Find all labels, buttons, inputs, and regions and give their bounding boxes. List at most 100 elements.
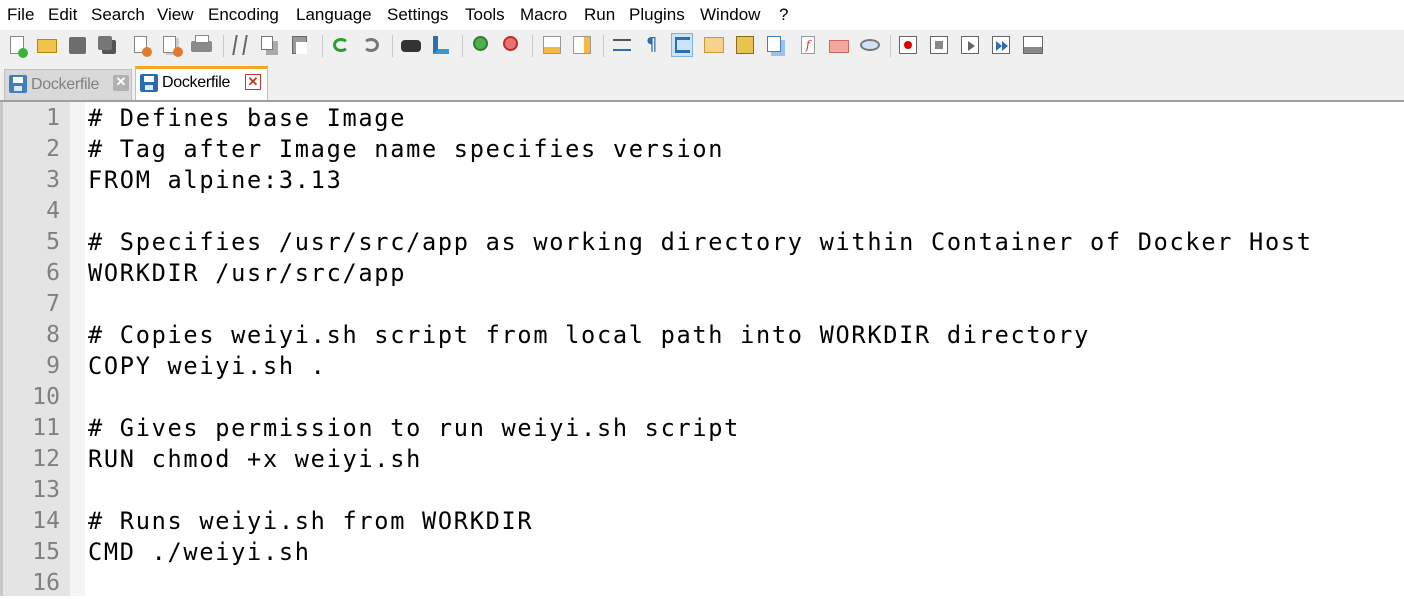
menu-macro[interactable]: Macro <box>520 5 567 25</box>
code-editor[interactable]: 1 # Defines base Image 2 # Tag after Image… <box>0 100 1404 596</box>
cut-button[interactable] <box>229 33 251 57</box>
menu-encoding[interactable]: Encoding <box>208 5 279 25</box>
document-list-button[interactable] <box>765 33 787 57</box>
code-line: 14 # Runs weiyi.sh from WORKDIR <box>0 506 1404 537</box>
playback-macro-button[interactable] <box>959 33 981 57</box>
code-line: 4 <box>0 196 1404 227</box>
tab-label: Dockerfile <box>162 74 231 91</box>
user-language-button[interactable] <box>703 33 725 57</box>
menu-help[interactable]: ? <box>779 5 788 25</box>
toolbar-separator <box>462 35 463 57</box>
new-file-button[interactable] <box>6 33 28 58</box>
new-file-icon <box>10 36 28 58</box>
indent-guide-icon <box>675 37 690 53</box>
line-text[interactable]: # Copies weiyi.sh script from local path… <box>88 320 1090 351</box>
toolbar-separator <box>392 35 393 57</box>
menu-file[interactable]: File <box>7 5 34 25</box>
save-all-button[interactable] <box>96 33 118 57</box>
word-wrap-button[interactable] <box>611 33 633 57</box>
menu-window[interactable]: Window <box>700 5 760 25</box>
document-map-button[interactable] <box>734 33 756 57</box>
close-button[interactable] <box>130 33 152 57</box>
toolbar-separator <box>532 35 533 57</box>
folder-as-workspace-button[interactable] <box>828 33 850 57</box>
line-number: 2 <box>46 136 60 162</box>
record-macro-button[interactable] <box>897 33 919 57</box>
sync-horizontal-icon <box>573 36 591 54</box>
line-number: 12 <box>32 446 60 472</box>
zoom-out-button[interactable] <box>500 33 522 57</box>
print-button[interactable] <box>190 33 212 57</box>
redo-button[interactable] <box>360 33 382 57</box>
line-number: 7 <box>46 291 60 317</box>
tab-dockerfile-inactive[interactable]: Dockerfile ✕ <box>4 69 132 100</box>
toolbar: ¶ f <box>0 30 1404 63</box>
menu-tools[interactable]: Tools <box>465 5 505 25</box>
line-text[interactable]: CMD ./weiyi.sh <box>88 537 311 568</box>
sync-vertical-icon <box>543 36 561 54</box>
line-text[interactable]: # Defines base Image <box>88 103 406 134</box>
code-line: 11 # Gives permission to run weiyi.sh scr… <box>0 413 1404 444</box>
replace-button[interactable] <box>430 33 452 57</box>
tab-close-icon[interactable]: ✕ <box>245 74 261 90</box>
menu-bar: File Edit Search View Encoding Language … <box>0 0 1404 30</box>
line-number: 10 <box>32 384 60 410</box>
undo-button[interactable] <box>330 33 352 57</box>
word-wrap-icon <box>613 39 631 51</box>
code-line: 16 <box>0 568 1404 599</box>
save-macro-button[interactable] <box>1022 33 1044 57</box>
tab-bar: Dockerfile ✕ Dockerfile ✕ <box>0 62 1404 100</box>
line-text[interactable]: # Specifies /usr/src/app as working dire… <box>88 227 1313 258</box>
monitoring-button[interactable] <box>859 33 881 57</box>
line-number: 6 <box>46 260 60 286</box>
save-macro-icon <box>1023 36 1043 54</box>
menu-view[interactable]: View <box>157 5 194 25</box>
print-icon <box>191 35 212 52</box>
code-line: 3 FROM alpine:3.13 <box>0 165 1404 196</box>
cut-icon <box>232 35 248 55</box>
code-line: 2 # Tag after Image name specifies versio… <box>0 134 1404 165</box>
run-macro-multiple-button[interactable] <box>990 33 1012 57</box>
find-button[interactable] <box>400 33 422 57</box>
line-text[interactable]: # Runs weiyi.sh from WORKDIR <box>88 506 533 537</box>
line-text[interactable]: # Tag after Image name specifies version <box>88 134 724 165</box>
toolbar-separator <box>223 35 224 57</box>
close-all-button[interactable] <box>160 33 183 57</box>
line-number: 4 <box>46 198 60 224</box>
copy-icon <box>261 36 273 50</box>
menu-edit[interactable]: Edit <box>48 5 77 25</box>
tab-dockerfile-active[interactable]: Dockerfile ✕ <box>135 66 268 100</box>
line-text[interactable]: COPY weiyi.sh . <box>88 351 327 382</box>
code-line: 1 # Defines base Image <box>0 103 1404 134</box>
indent-guide-button[interactable] <box>671 33 693 57</box>
sync-horizontal-button[interactable] <box>571 33 593 57</box>
line-number: 16 <box>32 570 60 596</box>
zoom-in-button[interactable] <box>470 33 492 57</box>
copy-button[interactable] <box>259 33 281 57</box>
sync-vertical-button[interactable] <box>541 33 563 57</box>
paste-button[interactable] <box>289 33 311 57</box>
find-icon <box>401 40 421 52</box>
tab-close-icon[interactable]: ✕ <box>113 75 129 91</box>
function-list-button[interactable]: f <box>797 33 819 57</box>
menu-plugins[interactable]: Plugins <box>629 5 685 25</box>
tab-label: Dockerfile <box>31 76 100 93</box>
toolbar-separator <box>603 35 604 57</box>
menu-language[interactable]: Language <box>296 5 372 25</box>
menu-search[interactable]: Search <box>91 5 145 25</box>
menu-run[interactable]: Run <box>584 5 615 25</box>
line-text[interactable]: WORKDIR /usr/src/app <box>88 258 406 289</box>
show-all-chars-button[interactable]: ¶ <box>641 33 663 57</box>
menu-settings[interactable]: Settings <box>387 5 448 25</box>
save-button[interactable] <box>66 33 88 57</box>
paste-icon <box>292 36 307 54</box>
code-line: 12 RUN chmod +x weiyi.sh <box>0 444 1404 475</box>
stop-recording-button[interactable] <box>928 33 950 57</box>
line-text[interactable]: # Gives permission to run weiyi.sh scrip… <box>88 413 740 444</box>
run-macro-multiple-icon <box>992 36 1010 54</box>
line-text[interactable]: RUN chmod +x weiyi.sh <box>88 444 422 475</box>
open-file-button[interactable] <box>36 33 58 57</box>
code-line: 9 COPY weiyi.sh . <box>0 351 1404 382</box>
line-number: 9 <box>46 353 60 379</box>
line-text[interactable]: FROM alpine:3.13 <box>88 165 342 196</box>
